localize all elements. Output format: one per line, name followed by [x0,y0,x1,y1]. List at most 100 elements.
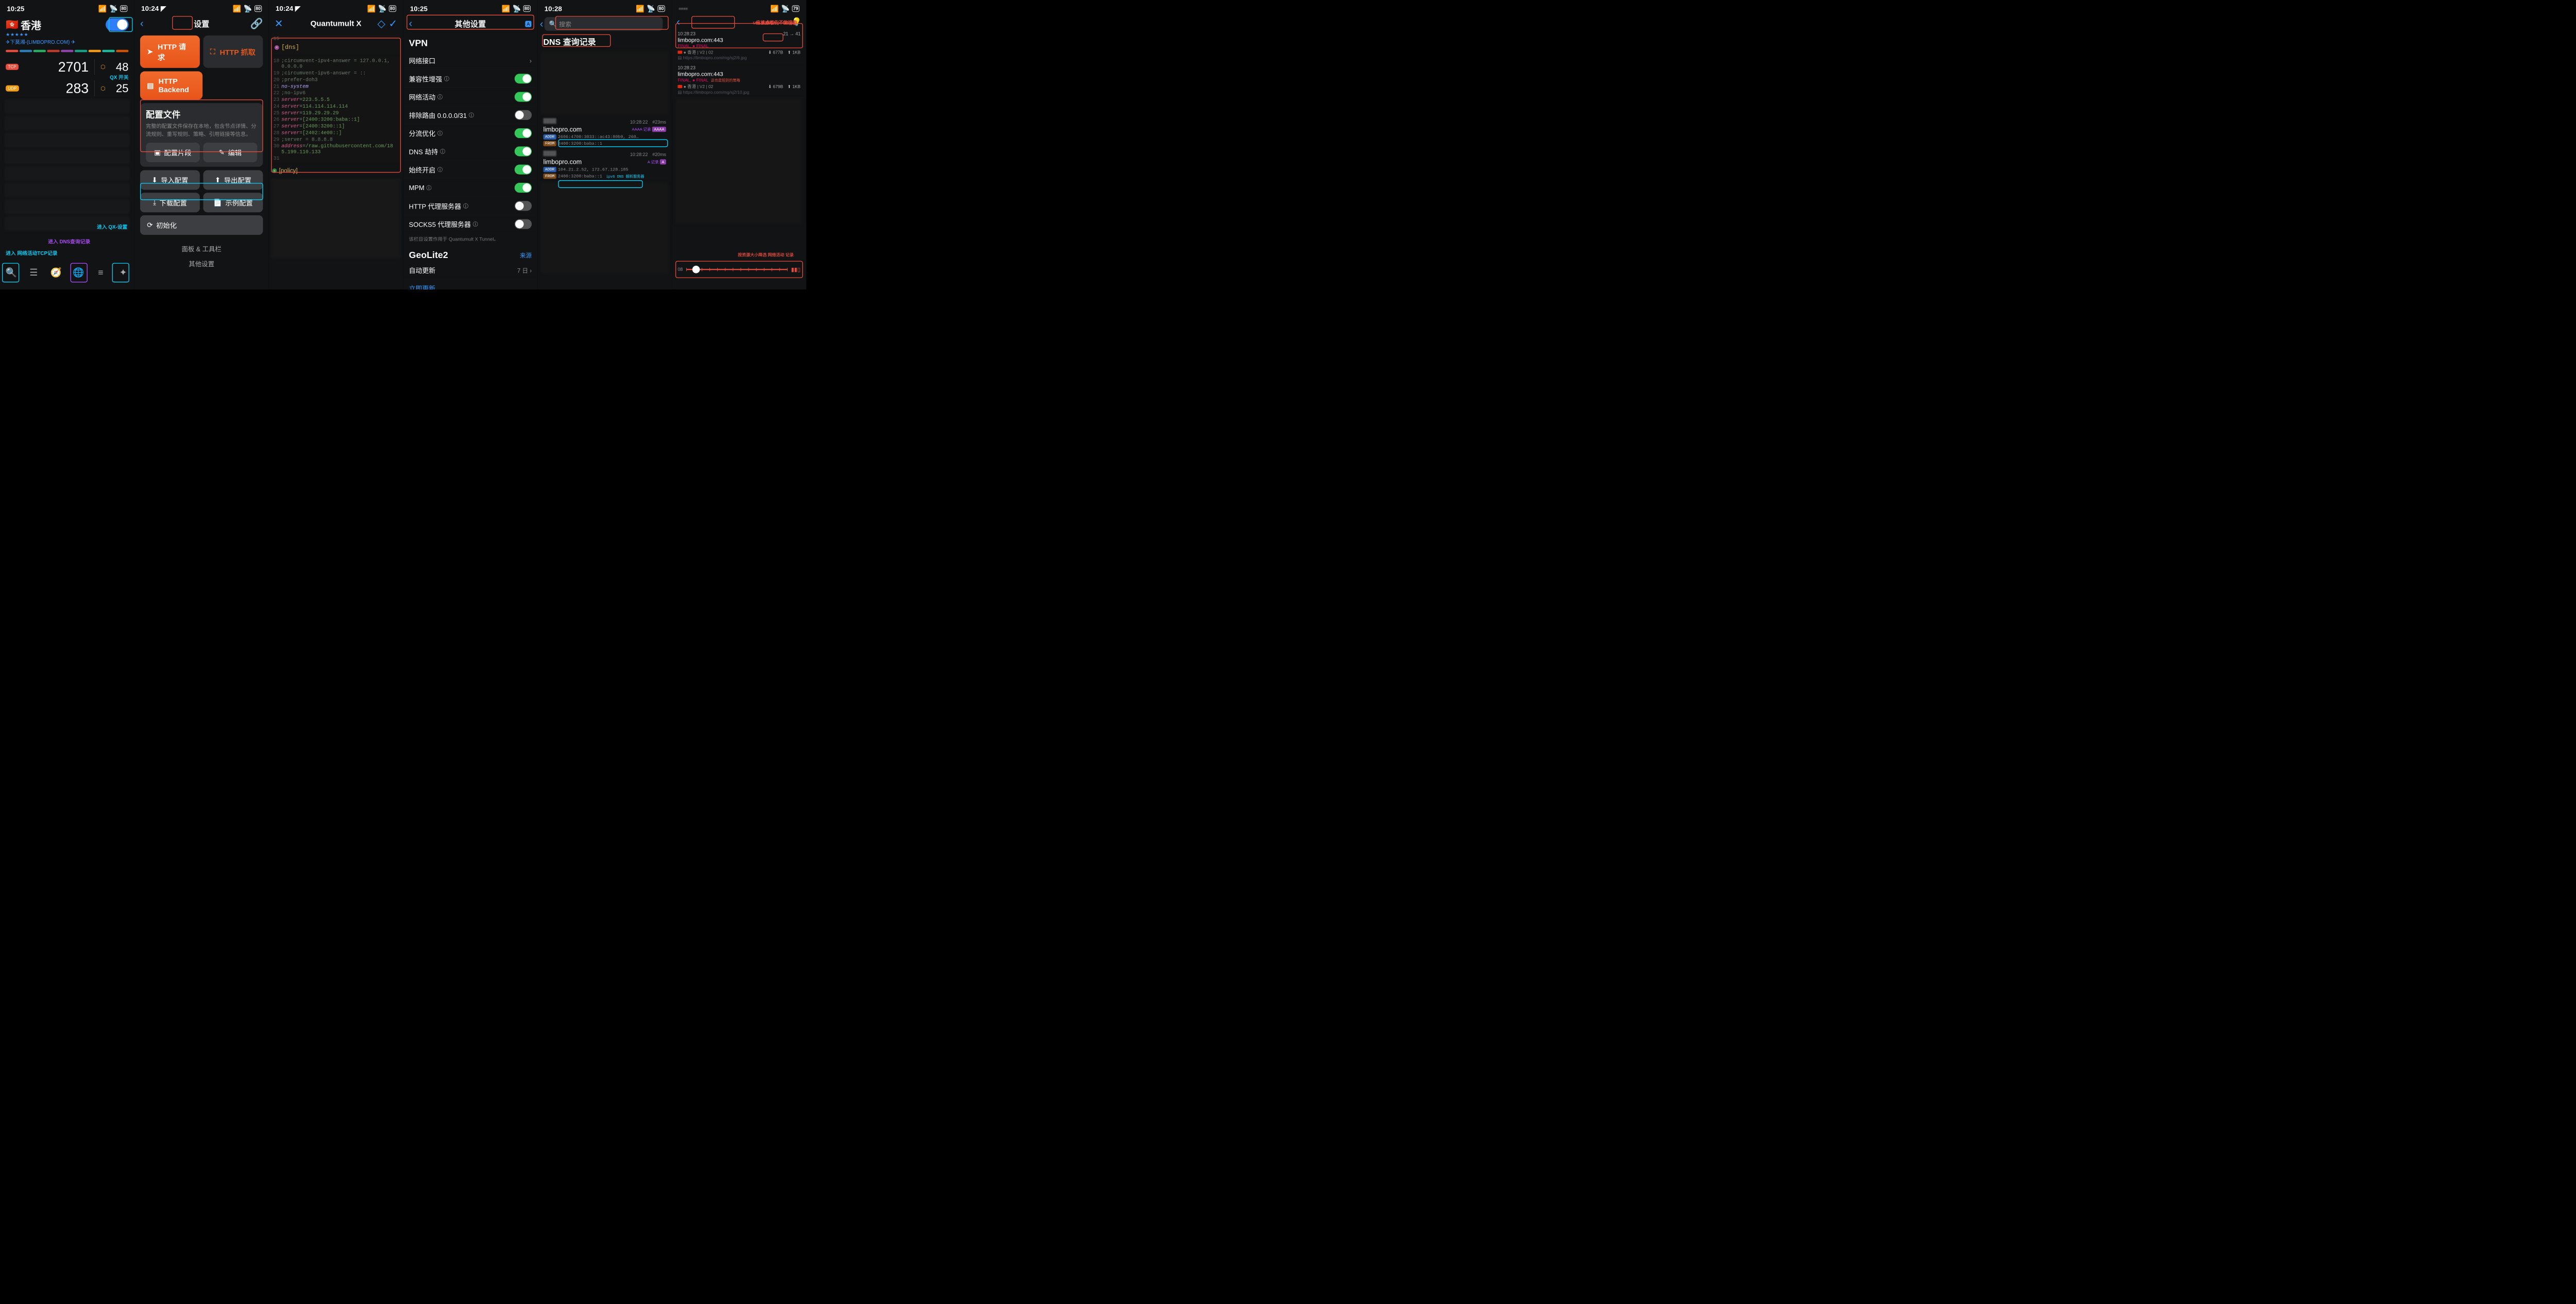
clock: 10:25 [7,5,24,12]
switch[interactable] [515,183,532,193]
row-geo-auto[interactable]: 自动更新 7 日 › [403,261,538,279]
back-icon[interactable]: ‹ [409,18,413,29]
vpn-row[interactable]: HTTP 代理服务器i [403,197,538,215]
annot-slider: 按资源大小降选 网络活动 记录 [738,251,793,258]
activity-entry[interactable]: 10:28:23limbopro.com:443FINAL, ● FINAL这也… [672,63,806,97]
search-input[interactable]: 🔍 搜索 [545,17,663,30]
http-request-button[interactable]: ➤ HTTP 请求 [140,36,200,68]
switch[interactable] [515,165,532,175]
tcp-stats-row[interactable]: TCP 2701 ⬡ 48 [0,55,134,76]
send-icon: ➤ [147,47,153,56]
info-icon[interactable]: i [437,94,443,99]
check-icon[interactable]: ✓ [388,18,397,29]
code-line[interactable]: 26server=[2400:3200:baba::1] [271,116,401,123]
http-backend-button[interactable]: ▤ HTTP Backend [140,72,202,100]
vpn-row[interactable]: 分流优化i [403,124,538,142]
dns-entry[interactable]: ████10:28:22 #23mslimbopro.comAAAA 记录AAA… [537,116,672,148]
link-icon[interactable]: 🔗 [250,18,263,29]
status-bar: ···· 📶📡79 [672,0,806,15]
code-line[interactable]: 25server=119.29.29.29 [271,110,401,116]
page-title: 其他设置 [422,18,518,29]
vpn-row[interactable]: SOCKS5 代理服务器i [403,215,538,233]
download-button[interactable]: ⤓下载配置 [140,193,200,212]
sample-button[interactable]: 📄示例配置 [203,193,263,212]
info-icon[interactable]: i [469,112,474,117]
nav-bar: ‹ 其他设置 🅰 [403,15,538,32]
tab-menu-icon[interactable]: ≡ [94,265,108,279]
code-line[interactable]: 31 [271,155,401,162]
code-line[interactable]: 27server=[2400:3200::1] [271,123,401,130]
dns-entry[interactable]: ████10:28:22 #20mslimbopro.comA 记录AADDR1… [537,148,672,181]
vpn-row[interactable]: 兼容性增强i [403,70,538,88]
code-line[interactable]: 20;prefer-doh3 [271,77,401,83]
code-line[interactable]: 28server=[2402:4e00::] [271,130,401,136]
tab-settings-icon[interactable]: ✦ [116,265,130,279]
udp-stats-row[interactable]: UDP 283 ⬡ 25 [0,76,134,97]
code-line[interactable]: 22;no-ipv6 [271,90,401,96]
info-icon[interactable]: i [437,131,443,136]
export-button[interactable]: ⬆导出配置 [203,170,263,190]
other-settings-link[interactable]: 其他设置 [134,259,269,268]
info-icon[interactable]: i [473,221,478,227]
tab-globe-icon[interactable]: 🌐 [72,265,86,279]
panel-toolbar-link[interactable]: 面板 & 工具栏 [134,244,269,253]
code-line[interactable]: 24server=114.114.114.114 [271,103,401,110]
vpn-row[interactable]: DNS 劫持i [403,142,538,160]
clock: 10:24 ◤ [141,5,166,13]
translate-icon[interactable]: 🅰 [525,19,532,28]
status-bar: 10:25 📶 📡 80 [0,0,134,15]
vpn-row[interactable]: 排除路由 0.0.0.0/31i [403,106,538,124]
switch[interactable] [515,74,532,83]
format-icon[interactable]: ◇ [377,18,385,29]
info-icon[interactable]: i [440,149,445,154]
main-switch[interactable] [106,19,128,31]
switch[interactable] [515,110,532,120]
snippet-button[interactable]: ▣配置片段 [146,143,200,162]
row-geo-update[interactable]: 立即更新 [403,279,538,289]
code-line[interactable]: 19;circumvent-ipv6-answer = :: [271,70,401,77]
geo-source-link[interactable]: 来源 [520,251,532,260]
import-button[interactable]: ⬇导入配置 [140,170,200,190]
info-icon[interactable]: i [463,203,468,209]
section-dns[interactable]: ●[dns] [271,42,302,53]
code-line[interactable]: 23server=223.5.5.5 [271,96,401,103]
vpn-row[interactable]: MPMi [403,179,538,197]
switch[interactable] [515,146,532,156]
bulb-icon[interactable]: 💡 [792,17,802,26]
vpn-row[interactable]: 网络活动i [403,88,538,106]
info-icon[interactable]: i [437,167,443,172]
close-icon[interactable]: ✕ [275,18,283,29]
code-line[interactable]: 21no-system [271,83,401,90]
switch[interactable] [515,92,532,101]
http-capture-button[interactable]: ⛶ HTTP 抓取 [203,36,263,68]
vpn-list: 网络接口›兼容性增强i网络活动i排除路由 0.0.0.0/31i分流优化iDNS… [403,52,538,233]
code-line[interactable]: 18;circumvent-ipv4-answer = 127.0.0.1, 0… [271,58,401,70]
switch[interactable] [515,201,532,211]
annot-dns: 进入 DNS查询记录 [48,237,90,245]
switch[interactable] [515,219,532,229]
tab-search-icon[interactable]: 🔍 [4,265,18,279]
init-button[interactable]: ⟳初始化 [140,215,263,235]
edit-icon: ✎ [219,148,225,157]
activity-entry[interactable]: 10:28:2321 → 41limbopro.com:443FINAL, ● … [672,29,806,63]
capture-icon: ⛶ [210,47,215,56]
edit-button[interactable]: ✎编辑 [203,143,257,162]
code-line[interactable]: 29;server = 8.8.8.8 [271,136,401,143]
section-policy[interactable]: ●[policy] [269,165,301,176]
vpn-row[interactable]: 网络接口› [403,52,538,70]
info-icon[interactable]: i [427,185,432,191]
size-slider[interactable]: 08 ▮▮▯ [677,265,800,273]
back-icon[interactable]: ‹ [540,18,544,30]
vpn-row[interactable]: 始终开启i [403,161,538,179]
stars: ★★★★★ [6,32,128,37]
back-icon[interactable]: ‹ [140,18,144,29]
code-line[interactable]: 30address=/raw.githubusercontent.com/185… [271,143,401,155]
switch[interactable] [515,128,532,138]
section-vpn: VPN [403,32,538,52]
code-editor[interactable]: 15●[dns]18;circumvent-ipv4-answer = 127.… [269,35,403,177]
tab-list-icon[interactable]: ☰ [27,265,41,279]
back-icon[interactable]: ‹ [676,16,680,28]
info-icon[interactable]: i [444,76,449,81]
tab-compass-icon[interactable]: 🧭 [49,265,63,279]
vpn-footnote: 该栏目设置作用于 Quantumult X Tunnel。 [403,233,538,245]
